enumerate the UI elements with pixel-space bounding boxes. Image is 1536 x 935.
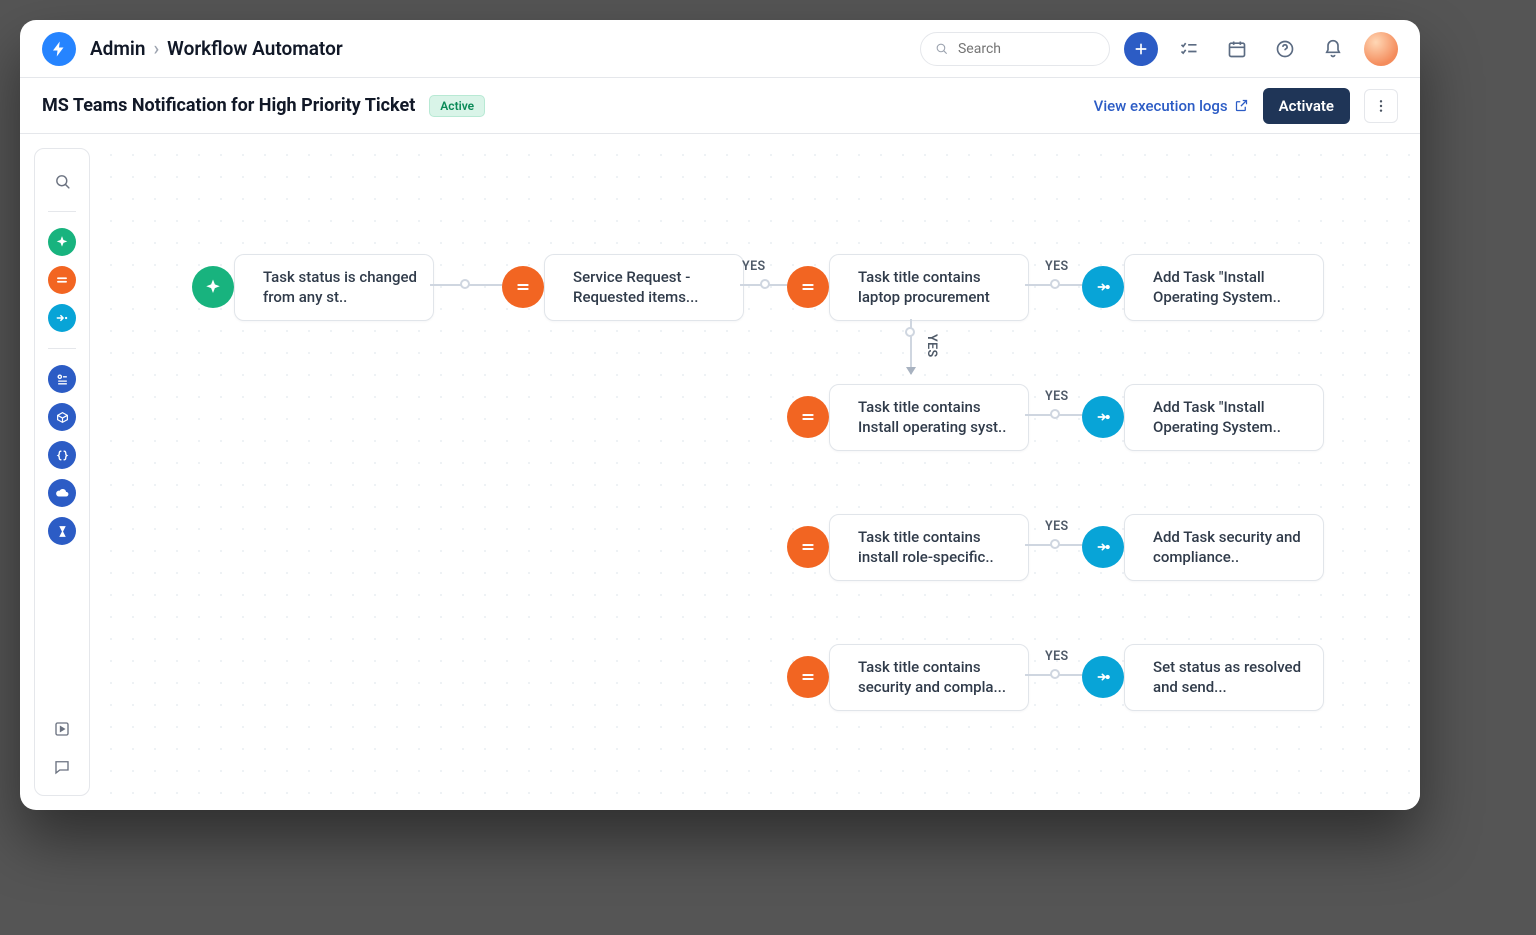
rail-app-cloud-icon[interactable] (48, 479, 76, 507)
breadcrumb: Admin › Workflow Automator (90, 37, 343, 60)
rail-event-icon[interactable] (48, 228, 76, 256)
rail-app-timer-icon[interactable] (48, 517, 76, 545)
connector (1025, 414, 1090, 416)
activate-button[interactable]: Activate (1263, 88, 1350, 124)
node-condition-1[interactable]: Service Request - Requested items... (510, 254, 744, 321)
node-text: Add Task "Install Operating System.. (1124, 384, 1324, 451)
connector (1025, 284, 1090, 286)
search-icon (935, 41, 948, 56)
node-action-3[interactable]: Add Task "Install Operating System.. (1090, 384, 1324, 451)
status-badge: Active (429, 95, 485, 117)
node-action-4[interactable]: Add Task security and compliance.. (1090, 514, 1324, 581)
action-icon (1082, 656, 1124, 698)
search-box[interactable] (920, 32, 1110, 66)
node-text: Task title contains Install operating sy… (829, 384, 1029, 451)
rail-video-icon[interactable] (48, 715, 76, 743)
subheader: MS Teams Notification for High Priority … (20, 78, 1420, 134)
bell-icon[interactable] (1316, 32, 1350, 66)
editor-body: Task status is changed from any st.. Ser… (20, 134, 1420, 810)
edge-label: YES (1045, 649, 1069, 664)
external-link-icon (1234, 98, 1249, 113)
action-icon (1082, 526, 1124, 568)
node-condition-3[interactable]: Task title contains Install operating sy… (795, 384, 1029, 451)
node-text: Add Task "Install Operating System.. (1124, 254, 1324, 321)
node-text: Task status is changed from any st.. (234, 254, 434, 321)
rail-search-icon[interactable] (48, 167, 76, 195)
rail-app-form-icon[interactable] (48, 365, 76, 393)
condition-icon (787, 266, 829, 308)
help-icon[interactable] (1268, 32, 1302, 66)
app-logo[interactable] (42, 32, 76, 66)
node-text: Set status as resolved and send... (1124, 644, 1324, 711)
condition-icon (502, 266, 544, 308)
node-condition-4[interactable]: Task title contains install role-specifi… (795, 514, 1029, 581)
workflow-title: MS Teams Notification for High Priority … (42, 95, 415, 116)
rail-action-icon[interactable] (48, 304, 76, 332)
action-icon (1082, 266, 1124, 308)
rail-condition-icon[interactable] (48, 266, 76, 294)
tasks-icon[interactable] (1172, 32, 1206, 66)
calendar-icon[interactable] (1220, 32, 1254, 66)
connector (1025, 544, 1090, 546)
breadcrumb-parent[interactable]: Admin (90, 37, 145, 60)
node-condition-2[interactable]: Task title contains laptop procurement (795, 254, 1029, 321)
add-button[interactable] (1124, 32, 1158, 66)
action-icon (1082, 396, 1124, 438)
condition-icon (787, 656, 829, 698)
condition-icon (787, 526, 829, 568)
avatar[interactable] (1364, 32, 1398, 66)
search-input[interactable] (956, 40, 1095, 58)
execution-logs-link[interactable]: View execution logs (1094, 97, 1249, 115)
node-action-2[interactable]: Add Task "Install Operating System.. (1090, 254, 1324, 321)
node-trigger[interactable]: Task status is changed from any st.. (200, 254, 434, 321)
workflow-canvas[interactable]: Task status is changed from any st.. Ser… (90, 134, 1420, 810)
rail-app-json-icon[interactable] (48, 441, 76, 469)
topbar: Admin › Workflow Automator (20, 20, 1420, 78)
breadcrumb-sep: › (153, 37, 159, 60)
edge-label: YES (1045, 389, 1069, 404)
node-condition-5[interactable]: Task title contains security and compla.… (795, 644, 1029, 711)
node-text: Task title contains install role-specifi… (829, 514, 1029, 581)
event-icon (192, 266, 234, 308)
condition-icon (787, 396, 829, 438)
app-window: Admin › Workflow Automator MS Teams Noti… (20, 20, 1420, 810)
tool-rail (34, 148, 90, 796)
node-text: Add Task security and compliance.. (1124, 514, 1324, 581)
node-text: Service Request - Requested items... (544, 254, 744, 321)
edge-label: YES (1045, 519, 1069, 534)
rail-app-package-icon[interactable] (48, 403, 76, 431)
breadcrumb-current: Workflow Automator (167, 37, 343, 60)
edge-label: YES (1045, 259, 1069, 274)
connector (1025, 674, 1090, 676)
node-action-5[interactable]: Set status as resolved and send... (1090, 644, 1324, 711)
connector (430, 284, 510, 286)
more-menu[interactable] (1364, 89, 1398, 123)
edge-label: YES (742, 259, 766, 274)
node-text: Task title contains laptop procurement (829, 254, 1029, 321)
rail-feedback-icon[interactable] (48, 753, 76, 781)
connector (910, 319, 912, 374)
edge-label: YES (924, 334, 939, 358)
node-text: Task title contains security and compla.… (829, 644, 1029, 711)
